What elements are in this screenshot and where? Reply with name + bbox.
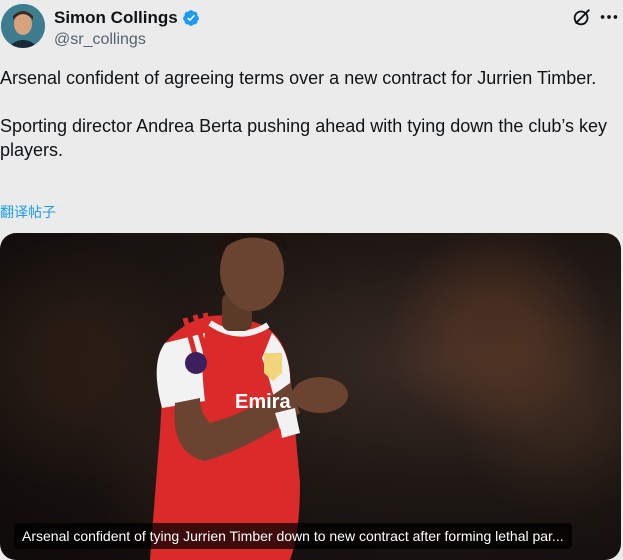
media-card[interactable]: Emira Arsenal confident of tying Jurrien… bbox=[0, 233, 621, 560]
avatar-portrait bbox=[1, 4, 45, 48]
tweet-card: Simon Collings @sr_collings Arsenal conf… bbox=[0, 0, 623, 560]
author-handle[interactable]: @sr_collings bbox=[54, 31, 146, 49]
author-name-row: Simon Collings bbox=[54, 8, 200, 28]
svg-text:Emira: Emira bbox=[235, 391, 291, 413]
media-caption: Arsenal confident of tying Jurrien Timbe… bbox=[14, 523, 572, 549]
verified-badge-icon bbox=[182, 9, 200, 27]
player-photo: Emira bbox=[150, 233, 348, 560]
tweet-paragraph: Sporting director Andrea Berta pushing a… bbox=[0, 116, 608, 160]
tweet-paragraph: Arsenal confident of agreeing terms over… bbox=[0, 68, 597, 88]
translate-post-link[interactable]: 翻译帖子 bbox=[0, 202, 56, 222]
grok-icon[interactable] bbox=[571, 6, 593, 28]
more-options-icon[interactable] bbox=[598, 6, 620, 28]
tweet-text: Arsenal confident of agreeing terms over… bbox=[0, 66, 623, 186]
avatar[interactable] bbox=[1, 4, 45, 48]
author-name[interactable]: Simon Collings bbox=[54, 8, 178, 28]
